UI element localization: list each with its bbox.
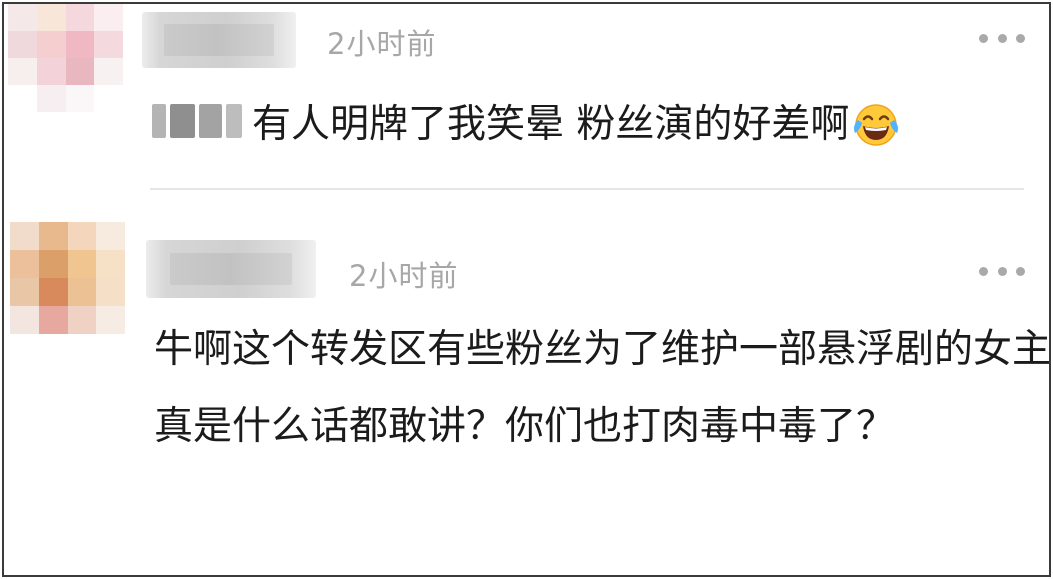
avatar[interactable] <box>8 4 123 112</box>
avatar[interactable] <box>10 222 125 334</box>
comment-text: 有人明牌了我笑晕 粉丝演的好差啊 <box>252 102 850 147</box>
comment-item: 2小时前 牛啊这个转发区有些粉丝为了维护一部悬浮剧的女主真是什么话都敢讲？你们也… <box>4 190 1049 575</box>
username-blurred[interactable] <box>142 12 296 68</box>
comment-text: 牛啊这个转发区有些粉丝为了维护一部悬浮剧的女主真是什么话都敢讲？你们也打肉毒中毒… <box>154 327 1051 449</box>
comment-timestamp: 2小时前 <box>327 27 437 61</box>
face-with-tears-of-joy-icon <box>854 103 899 146</box>
more-options-icon[interactable] <box>979 265 1025 277</box>
more-options-icon[interactable] <box>979 32 1025 44</box>
comment-item: 2小时前 有人明牌了我笑晕 粉丝演的好差啊 <box>4 4 1049 190</box>
mention-blurred[interactable] <box>152 98 242 144</box>
comment-list: 2小时前 有人明牌了我笑晕 粉丝演的好差啊 2小时前 牛啊这个转发区有些粉丝为了… <box>2 2 1051 577</box>
comment-text-line: 有人明牌了我笑晕 粉丝演的好差啊 <box>252 98 901 152</box>
username-blurred[interactable] <box>146 240 316 298</box>
comment-timestamp: 2小时前 <box>349 259 459 293</box>
